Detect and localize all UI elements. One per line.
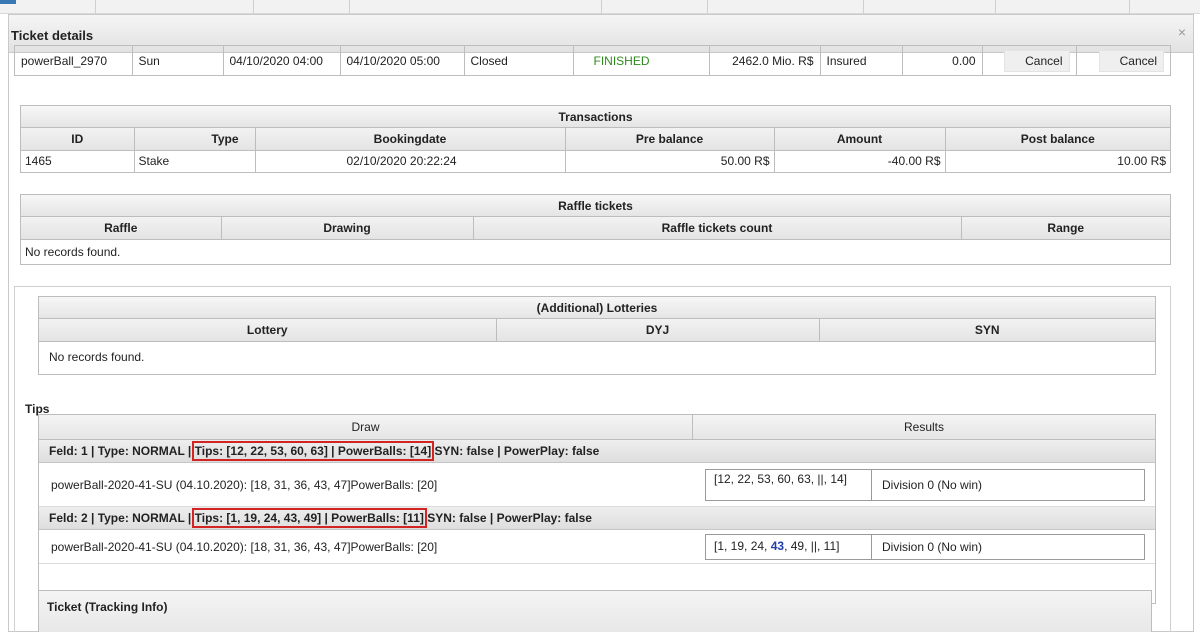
tracking-panel[interactable]: Ticket (Tracking Info) xyxy=(38,590,1152,632)
lotteries-panel: (Additional) Lotteries Lottery DYJ SYN N… xyxy=(38,296,1156,375)
raffle-panel: Raffle tickets Raffle Drawing Raffle tic… xyxy=(20,194,1171,265)
col-post-balance[interactable]: Post balance xyxy=(945,128,1170,151)
background-column xyxy=(708,0,864,14)
cell-type: Stake xyxy=(134,150,256,172)
col-syn[interactable]: SYN xyxy=(819,319,1155,342)
raffle-title: Raffle tickets xyxy=(21,195,1170,217)
ticket-day: Sun xyxy=(132,46,224,75)
feld-1-tips-highlight: Tips: [12, 22, 53, 60, 63] | PowerBalls:… xyxy=(191,441,435,461)
background-table-strip xyxy=(0,0,1200,14)
cell-post-balance: 10.00 R$ xyxy=(1117,154,1166,169)
feld-2-tips-highlight: Tips: [1, 19, 24, 43, 49] | PowerBalls: … xyxy=(191,508,427,528)
col-type[interactable]: Type xyxy=(134,128,256,151)
col-raffle-count[interactable]: Raffle tickets count xyxy=(473,217,962,240)
col-lottery[interactable]: Lottery xyxy=(39,319,497,342)
tips-panel: Draw Results Feld: 1 | Type: NORMAL | Ti… xyxy=(38,414,1156,604)
result-1-division: Division 0 (No win) xyxy=(882,477,983,492)
close-icon[interactable]: × xyxy=(1175,25,1189,39)
col-draw[interactable]: Draw xyxy=(39,415,693,439)
dialog-title: Ticket details xyxy=(11,28,94,43)
background-column xyxy=(602,0,708,14)
col-range[interactable]: Range xyxy=(961,217,1170,240)
background-column xyxy=(254,0,350,14)
ticket-value: 0.00 xyxy=(902,46,983,75)
cancel-cell-1: Cancel xyxy=(982,46,1077,75)
feld-2-suffix: SYN: false | PowerPlay: false xyxy=(423,511,592,525)
background-column xyxy=(350,0,602,14)
table-row[interactable]: 1465 Stake 02/10/2020 20:22:24 50.00 R$ … xyxy=(21,150,1170,172)
result-2-numbers: [1, 19, 24, 43, 49, ||, 11] xyxy=(706,534,872,559)
draw-2-text: powerBall-2020-41-SU (04.10.2020): [18, … xyxy=(51,539,438,554)
result-2-division: Division 0 (No win) xyxy=(882,539,983,554)
lotteries-empty: No records found. xyxy=(49,349,145,364)
cell-amount: -40.00 R$ xyxy=(774,150,946,172)
col-dyj[interactable]: DYJ xyxy=(496,319,820,342)
transactions-title: Transactions xyxy=(21,106,1170,128)
col-pre-balance[interactable]: Pre balance xyxy=(565,128,775,151)
result-2-hit: 43 xyxy=(770,538,785,553)
ticket-summary-row: powerBall_2970 Sun 04/10/2020 04:00 04/1… xyxy=(14,45,1171,76)
ticket-start: 04/10/2020 04:00 xyxy=(223,46,341,75)
result-2-post: , 49, ||, 11] xyxy=(784,538,840,553)
ticket-end: 04/10/2020 05:00 xyxy=(340,46,465,75)
ticket-jackpot: 2462.0 Mio. R$ xyxy=(709,46,821,75)
cell-bookingdate: 02/10/2020 20:22:24 xyxy=(255,150,566,172)
draw-row-2: powerBall-2020-41-SU (04.10.2020): [18, … xyxy=(39,530,1155,564)
result-box-2: [1, 19, 24, 43, 49, ||, 11] Division 0 (… xyxy=(705,533,1145,560)
draw-1-text: powerBall-2020-41-SU (04.10.2020): [18, … xyxy=(51,477,438,492)
transactions-panel: Transactions ID Type Bookingdate Pre bal… xyxy=(20,105,1171,173)
col-id[interactable]: ID xyxy=(21,128,135,151)
col-results[interactable]: Results xyxy=(693,415,1155,439)
raffle-empty: No records found. xyxy=(25,244,121,259)
cancel-button-2[interactable]: Cancel xyxy=(1098,49,1164,72)
cell-pre-balance: 50.00 R$ xyxy=(565,150,775,172)
cancel-cell-2: Cancel xyxy=(1076,46,1170,75)
result-box-1: [12, 22, 53, 60, 63, ||, 14] Division 0 … xyxy=(705,468,1145,501)
feld-1-suffix: SYN: false | PowerPlay: false xyxy=(431,444,600,458)
background-column xyxy=(996,0,1130,14)
background-column xyxy=(96,0,254,14)
ticket-insurance: Insured xyxy=(820,46,903,75)
feld-1-prefix: Feld: 1 | Type: NORMAL | xyxy=(49,444,195,458)
ticket-id: powerBall_2970 xyxy=(15,46,133,75)
draw-row-1: powerBall-2020-41-SU (04.10.2020): [18, … xyxy=(39,463,1155,507)
col-bookingdate[interactable]: Bookingdate xyxy=(255,128,566,151)
result-1-numbers: [12, 22, 53, 60, 63, ||, 14] xyxy=(706,469,872,500)
feld-2-prefix: Feld: 2 | Type: NORMAL | xyxy=(49,511,195,525)
tips-header: Draw Results xyxy=(39,415,1155,440)
col-raffle[interactable]: Raffle xyxy=(21,217,222,240)
cancel-button[interactable]: Cancel xyxy=(1004,49,1070,72)
lotteries-title: (Additional) Lotteries xyxy=(39,297,1155,319)
ticket-status: FINISHED xyxy=(573,46,710,75)
col-amount[interactable]: Amount xyxy=(774,128,946,151)
background-column xyxy=(864,0,996,14)
col-drawing[interactable]: Drawing xyxy=(221,217,474,240)
ticket-state: Closed xyxy=(464,46,574,75)
feld-row-2: Feld: 2 | Type: NORMAL | Tips: [1, 19, 2… xyxy=(39,507,1155,530)
feld-row-1: Feld: 1 | Type: NORMAL | Tips: [12, 22, … xyxy=(39,440,1155,463)
cell-id: 1465 xyxy=(21,150,135,172)
tracking-title: Ticket (Tracking Info) xyxy=(47,600,168,614)
result-2-pre: [1, 19, 24, xyxy=(714,538,771,553)
background-column xyxy=(0,0,96,14)
